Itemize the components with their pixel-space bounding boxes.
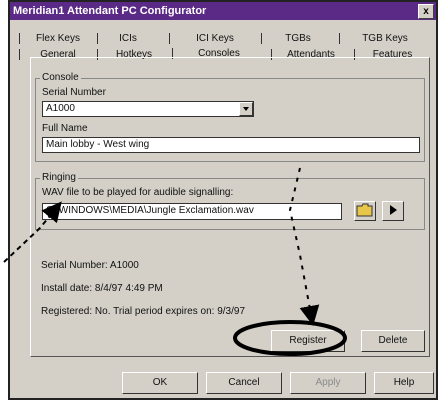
console-group-title: Console: [40, 72, 81, 83]
serial-number-value: A1000: [46, 103, 75, 114]
tab-icis[interactable]: ICIs: [97, 31, 158, 46]
ringing-group-title: Ringing: [40, 172, 78, 183]
title-bar[interactable]: Meridian1 Attendant PC Configurator x: [10, 2, 436, 20]
play-wav-button[interactable]: [382, 201, 404, 221]
tab-ici-keys[interactable]: ICI Keys: [169, 31, 260, 46]
serial-number-dropdown[interactable]: A1000: [42, 101, 254, 117]
cancel-button[interactable]: Cancel: [206, 372, 282, 394]
close-icon[interactable]: x: [418, 4, 434, 19]
dropdown-arrow-button[interactable]: [239, 102, 253, 116]
serial-number-label: Serial Number: [42, 87, 106, 98]
info-registered: Registered: No. Trial period expires on:…: [41, 306, 245, 317]
folder-icon: [356, 203, 373, 217]
info-install-date: Install date: 8/4/97 4:49 PM: [41, 283, 163, 294]
tab-tgbs[interactable]: TGBs: [261, 31, 334, 46]
delete-button[interactable]: Delete: [361, 330, 425, 352]
configurator-window: Meridian1 Attendant PC Configurator x Fl…: [8, 0, 438, 400]
tab-tgb-keys[interactable]: TGB Keys: [339, 31, 430, 46]
tab-flex-keys[interactable]: Flex Keys: [19, 31, 96, 46]
ok-button[interactable]: OK: [122, 372, 198, 394]
help-button[interactable]: Help: [374, 372, 434, 394]
full-name-label: Full Name: [42, 123, 88, 134]
info-serial-number: Serial Number: A1000: [41, 260, 139, 271]
full-name-input[interactable]: Main lobby - West wing: [42, 137, 420, 153]
window-title: Meridian1 Attendant PC Configurator: [13, 5, 207, 17]
play-icon: [390, 205, 397, 215]
chevron-down-icon: [243, 107, 249, 111]
console-group: Console Serial Number A1000 Full Name Ma…: [35, 72, 425, 162]
apply-button[interactable]: Apply: [290, 372, 366, 394]
register-button[interactable]: Register: [271, 330, 345, 352]
wav-file-input[interactable]: C:\WINDOWS\MEDIA\Jungle Exclamation.wav: [42, 203, 342, 220]
consoles-panel: Console Serial Number A1000 Full Name Ma…: [30, 57, 430, 357]
browse-wav-button[interactable]: [354, 201, 376, 221]
wav-file-label: WAV file to be played for audible signal…: [42, 187, 234, 198]
ringing-group: Ringing WAV file to be played for audibl…: [35, 172, 425, 230]
